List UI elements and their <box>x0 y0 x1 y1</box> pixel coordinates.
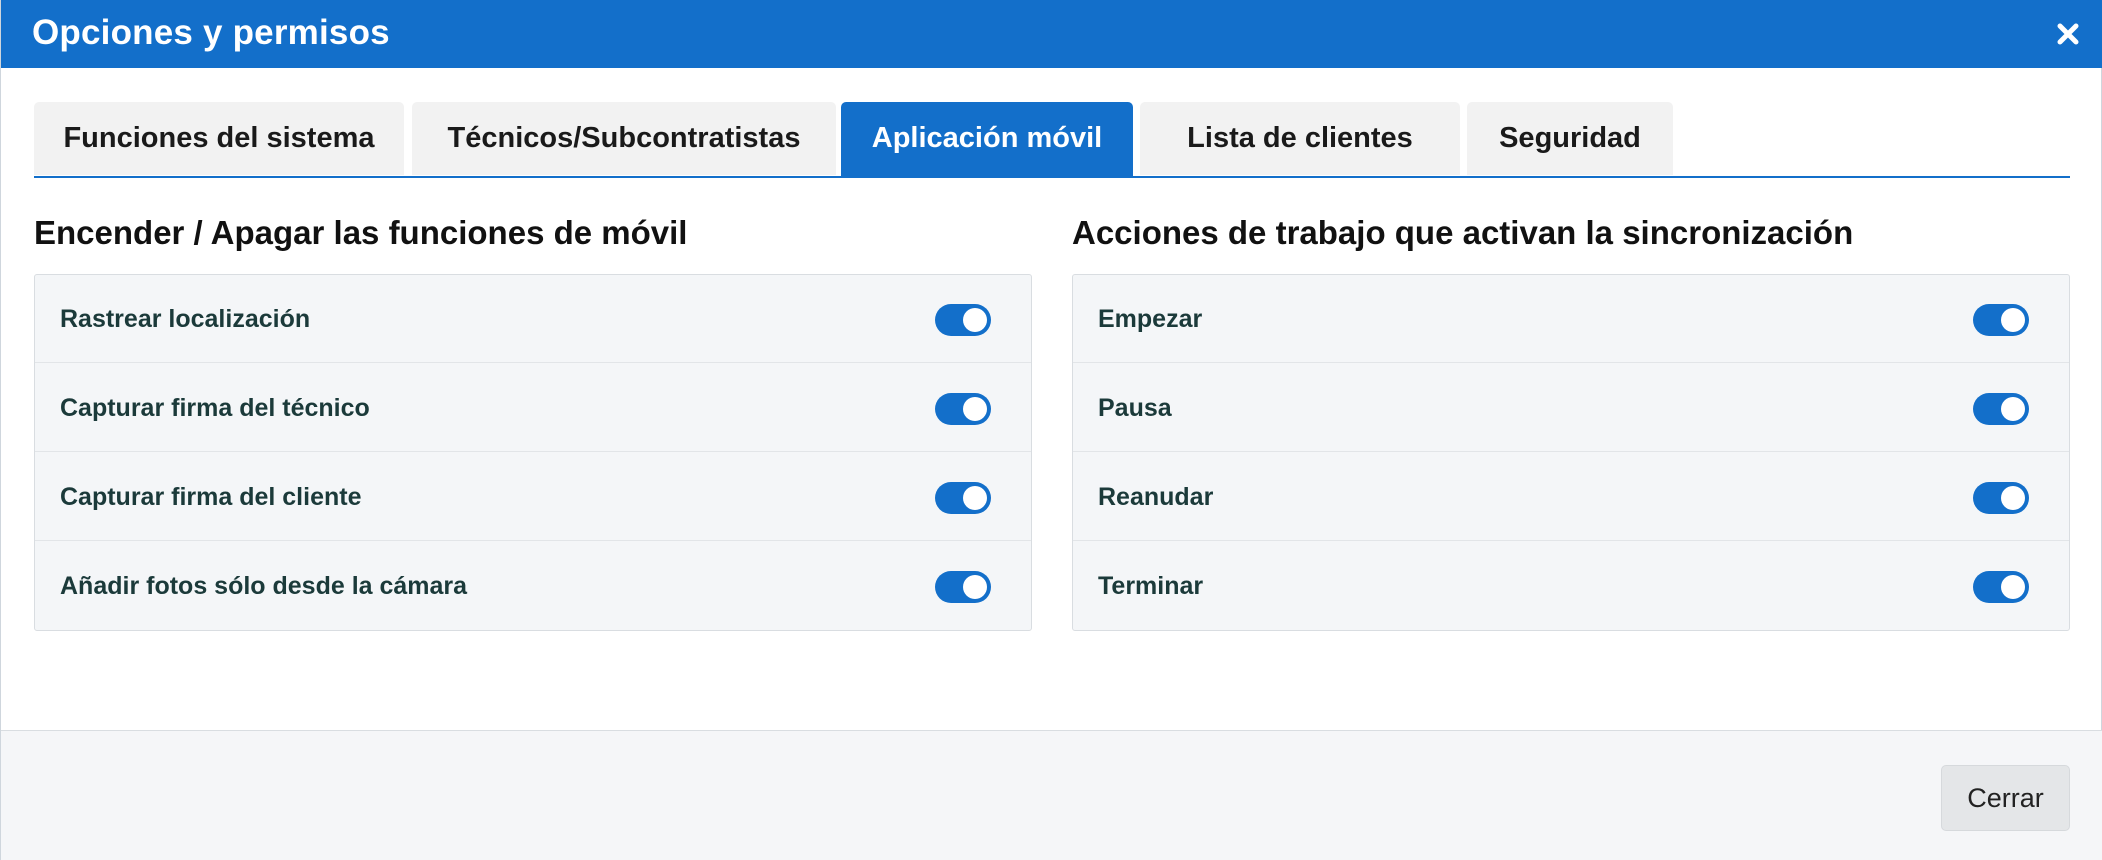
mobile-functions-title: Encender / Apagar las funciones de móvil <box>34 214 688 251</box>
close-button[interactable]: Cerrar <box>1941 765 2070 831</box>
camera-only-photos-toggle[interactable] <box>935 571 991 603</box>
dialog-footer: Cerrar <box>1 730 2102 860</box>
dialog-header: Opciones y permisos <box>1 0 2102 68</box>
list-item: Capturar firma del cliente <box>35 453 1031 541</box>
row-label: Añadir fotos sólo desde la cámara <box>60 572 468 600</box>
mobile-functions-panel: Rastrear localización Capturar firma del… <box>34 274 1032 631</box>
toggle-knob <box>2001 308 2025 332</box>
row-label: Capturar firma del cliente <box>60 483 362 511</box>
technician-signature-toggle[interactable] <box>935 393 991 425</box>
list-item: Terminar <box>1073 542 2069 630</box>
tab-label: Seguridad <box>1499 122 1641 154</box>
toggle-knob <box>963 486 987 510</box>
list-item: Capturar firma del técnico <box>35 364 1031 452</box>
list-item: Rastrear localización <box>35 275 1031 363</box>
dialog-title: Opciones y permisos <box>32 13 390 52</box>
tab-funciones-del-sistema[interactable]: Funciones del sistema <box>34 102 404 175</box>
row-label: Terminar <box>1098 572 1204 600</box>
track-location-toggle[interactable] <box>935 304 991 336</box>
finish-sync-toggle[interactable] <box>1973 571 2029 603</box>
tab-tecnicos-subcontratistas[interactable]: Técnicos/Subcontratistas <box>412 102 836 175</box>
tab-label: Lista de clientes <box>1187 122 1413 154</box>
start-sync-toggle[interactable] <box>1973 304 2029 336</box>
tab-label: Aplicación móvil <box>871 122 1103 154</box>
sync-actions-panel: Empezar Pausa Reanudar Terminar <box>1072 274 2070 631</box>
list-item: Añadir fotos sólo desde la cámara <box>35 542 1031 630</box>
tab-label: Técnicos/Subcontratistas <box>447 122 801 154</box>
tab-label: Funciones del sistema <box>63 122 375 154</box>
toggle-knob <box>2001 397 2025 421</box>
row-label: Reanudar <box>1098 483 1214 511</box>
resume-sync-toggle[interactable] <box>1973 482 2029 514</box>
client-signature-toggle[interactable] <box>935 482 991 514</box>
toggle-knob <box>2001 575 2025 599</box>
toggle-knob <box>963 397 987 421</box>
tab-seguridad[interactable]: Seguridad <box>1467 102 1673 175</box>
row-label: Empezar <box>1098 305 1203 333</box>
close-icon[interactable] <box>2050 16 2086 52</box>
pause-sync-toggle[interactable] <box>1973 393 2029 425</box>
tab-aplicacion-movil[interactable]: Aplicación móvil <box>841 102 1133 176</box>
options-permissions-dialog: Opciones y permisos Funciones del sistem… <box>0 0 2102 860</box>
tab-bar: Funciones del sistema Técnicos/Subcontra… <box>34 102 2070 178</box>
toggle-knob <box>963 308 987 332</box>
tab-lista-de-clientes[interactable]: Lista de clientes <box>1140 102 1460 175</box>
list-item: Pausa <box>1073 364 2069 452</box>
toggle-knob <box>2001 486 2025 510</box>
row-label: Pausa <box>1098 394 1172 422</box>
list-item: Reanudar <box>1073 453 2069 541</box>
row-label: Capturar firma del técnico <box>60 394 370 422</box>
list-item: Empezar <box>1073 275 2069 363</box>
row-label: Rastrear localización <box>60 305 311 333</box>
sync-actions-title: Acciones de trabajo que activan la sincr… <box>1072 214 1854 251</box>
toggle-knob <box>963 575 987 599</box>
